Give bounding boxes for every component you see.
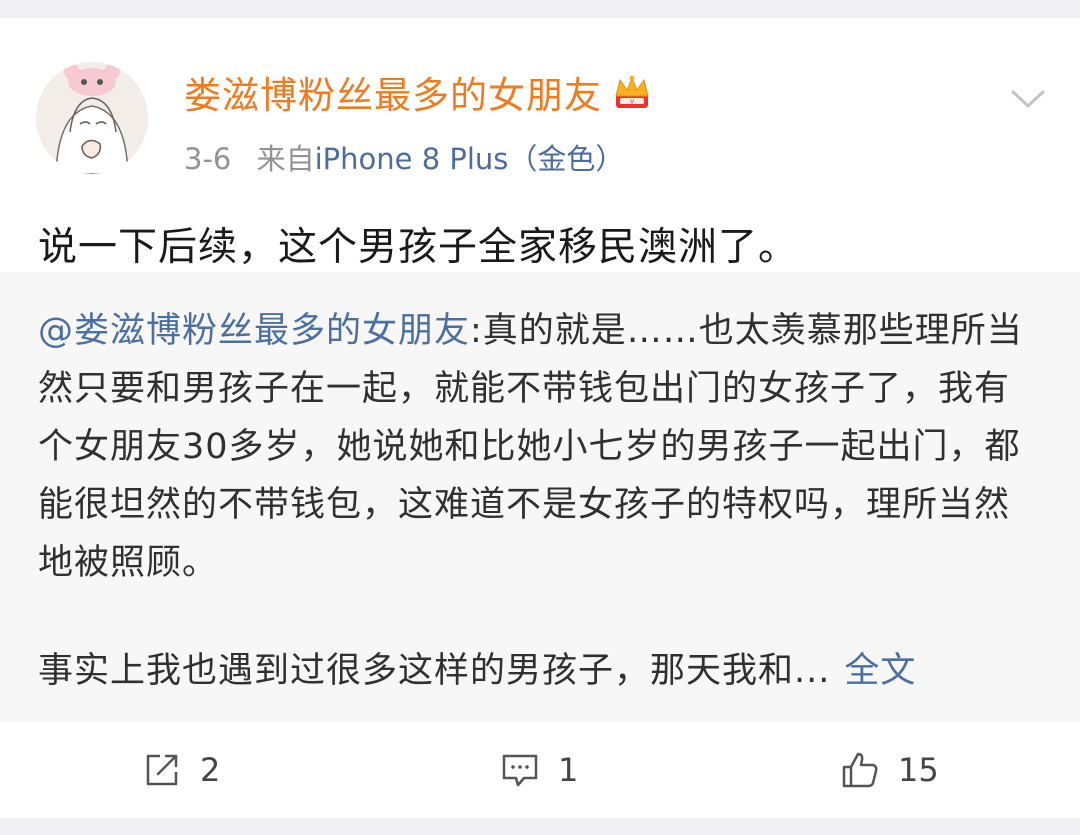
avatar[interactable] (36, 62, 148, 174)
retweet-text: @娄滋博粉丝最多的女朋友:真的就是……也太羡慕那些理所当然只要和男孩子在一起，就… (38, 302, 1038, 592)
like-count: 15 (898, 751, 939, 789)
repost-count: 2 (200, 751, 221, 789)
crown-icon: V (615, 75, 649, 108)
user-name[interactable]: 娄滋博粉丝最多的女朋友 (184, 65, 602, 119)
post-source[interactable]: iPhone 8 Plus（金色） (315, 142, 625, 176)
action-bar: 2 1 15 (0, 722, 1080, 818)
post-meta: 3-6 来自iPhone 8 Plus（金色） (184, 136, 624, 178)
retweet-continuation-text: 事实上我也遇到过很多这样的男孩子，那天我和... (38, 651, 831, 691)
post-card: 娄滋博粉丝最多的女朋友 V 3-6 来自iPhone 8 Plus（金色） 说一… (0, 18, 1080, 272)
retweet-body: :真的就是……也太羡慕那些理所当然只要和男孩子在一起，就能不带钱包出门的女孩子了… (38, 311, 1023, 583)
share-icon (146, 754, 178, 786)
like-button[interactable]: 15 (840, 746, 939, 794)
user-name-row: 娄滋博粉丝最多的女朋友 V (184, 70, 652, 117)
retweet-block[interactable]: @娄滋博粉丝最多的女朋友:真的就是……也太羡慕那些理所当然只要和男孩子在一起，就… (0, 272, 1080, 722)
post-text: 说一下后续，这个男孩子全家移民澳洲了。 (38, 225, 799, 270)
chevron-down-icon[interactable] (1010, 88, 1046, 110)
source-prefix: 来自 (256, 142, 315, 176)
post-date: 3-6 (184, 142, 232, 176)
comment-icon (502, 754, 538, 787)
retweet-continuation: 事实上我也遇到过很多这样的男孩子，那天我和... 全文 (38, 642, 1038, 700)
comment-button[interactable]: 1 (500, 746, 578, 794)
repost-button[interactable]: 2 (142, 746, 220, 794)
full-text-link[interactable]: 全文 (844, 651, 916, 691)
thumbs-up-icon (842, 752, 878, 788)
retweet-mention[interactable]: @娄滋博粉丝最多的女朋友 (38, 311, 470, 351)
comment-count: 1 (558, 751, 579, 789)
